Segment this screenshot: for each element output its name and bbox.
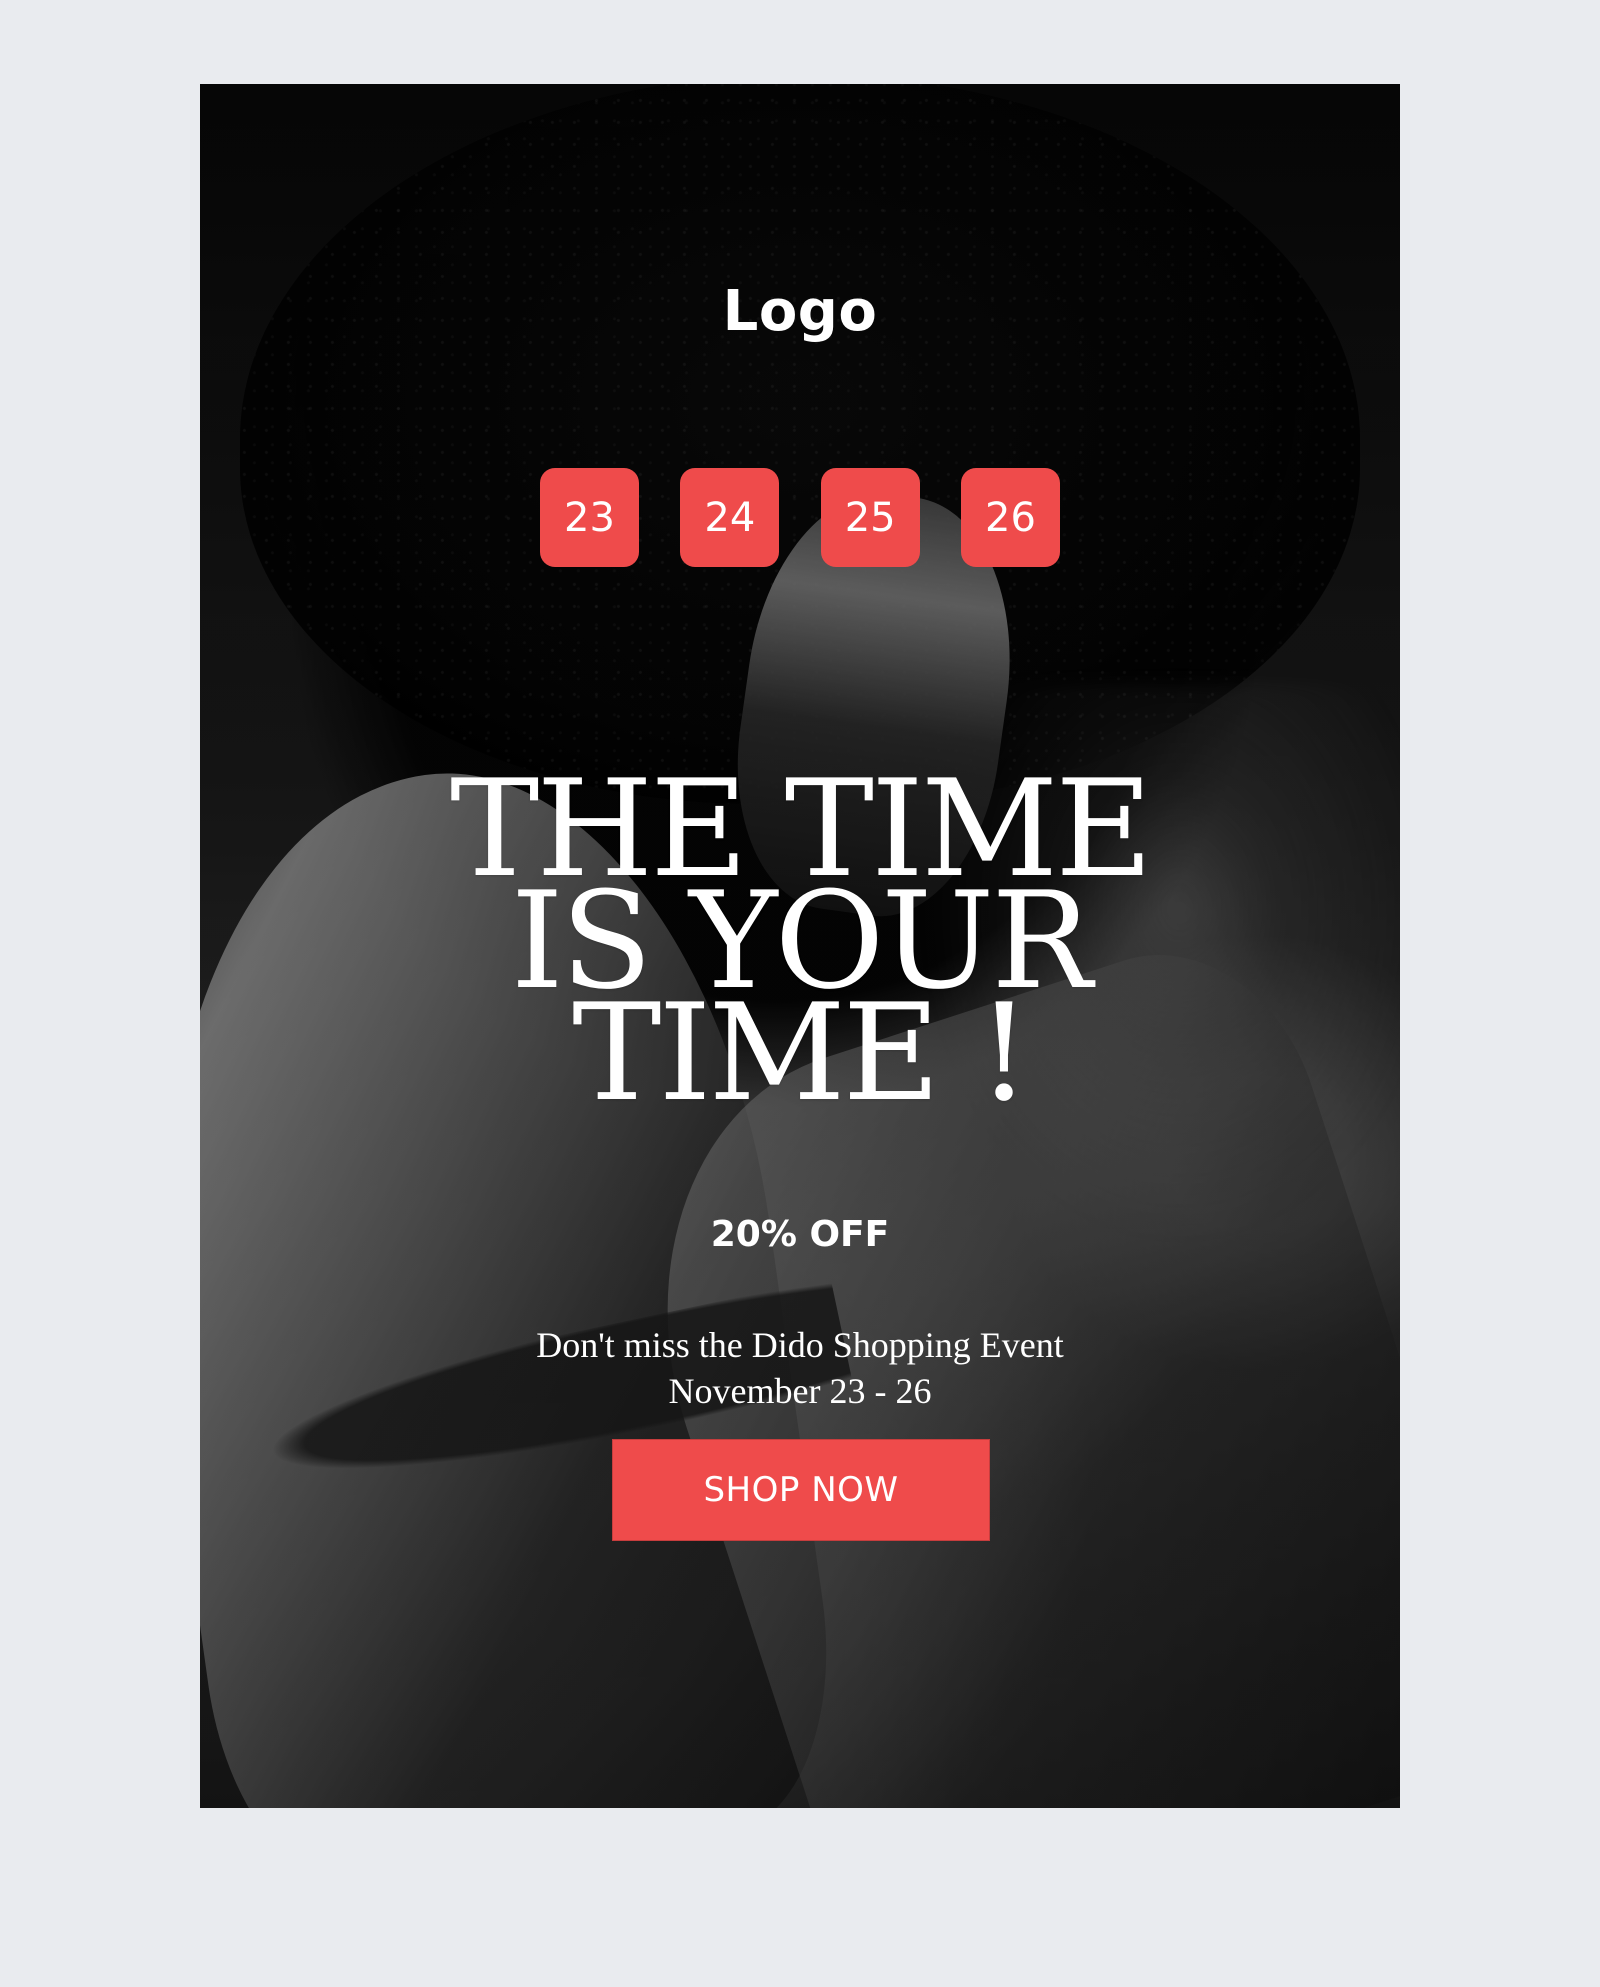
date-chips: 23 24 25 26: [540, 468, 1060, 567]
headline: THE TIME IS YOUR TIME !: [200, 762, 1400, 1131]
shop-now-button[interactable]: SHOP NOW: [612, 1439, 990, 1541]
date-chip-24[interactable]: 24: [680, 468, 780, 567]
date-chip-25[interactable]: 25: [820, 468, 920, 567]
event-line-2: November 23 - 26: [668, 1371, 932, 1411]
event-copy: Don't miss the Dido Shopping Event Novem…: [200, 1322, 1400, 1414]
date-chip-26[interactable]: 26: [960, 468, 1060, 567]
email-hero-card: Logo 23 24 25 26 THE TIME IS YOUR TIME !…: [200, 84, 1400, 1808]
date-chip-23[interactable]: 23: [540, 468, 639, 567]
headline-line-3: TIME !: [572, 975, 1031, 1131]
event-line-1: Don't miss the Dido Shopping Event: [536, 1325, 1064, 1365]
discount-text: 20% OFF: [710, 1214, 890, 1255]
logo[interactable]: Logo: [200, 279, 1400, 344]
